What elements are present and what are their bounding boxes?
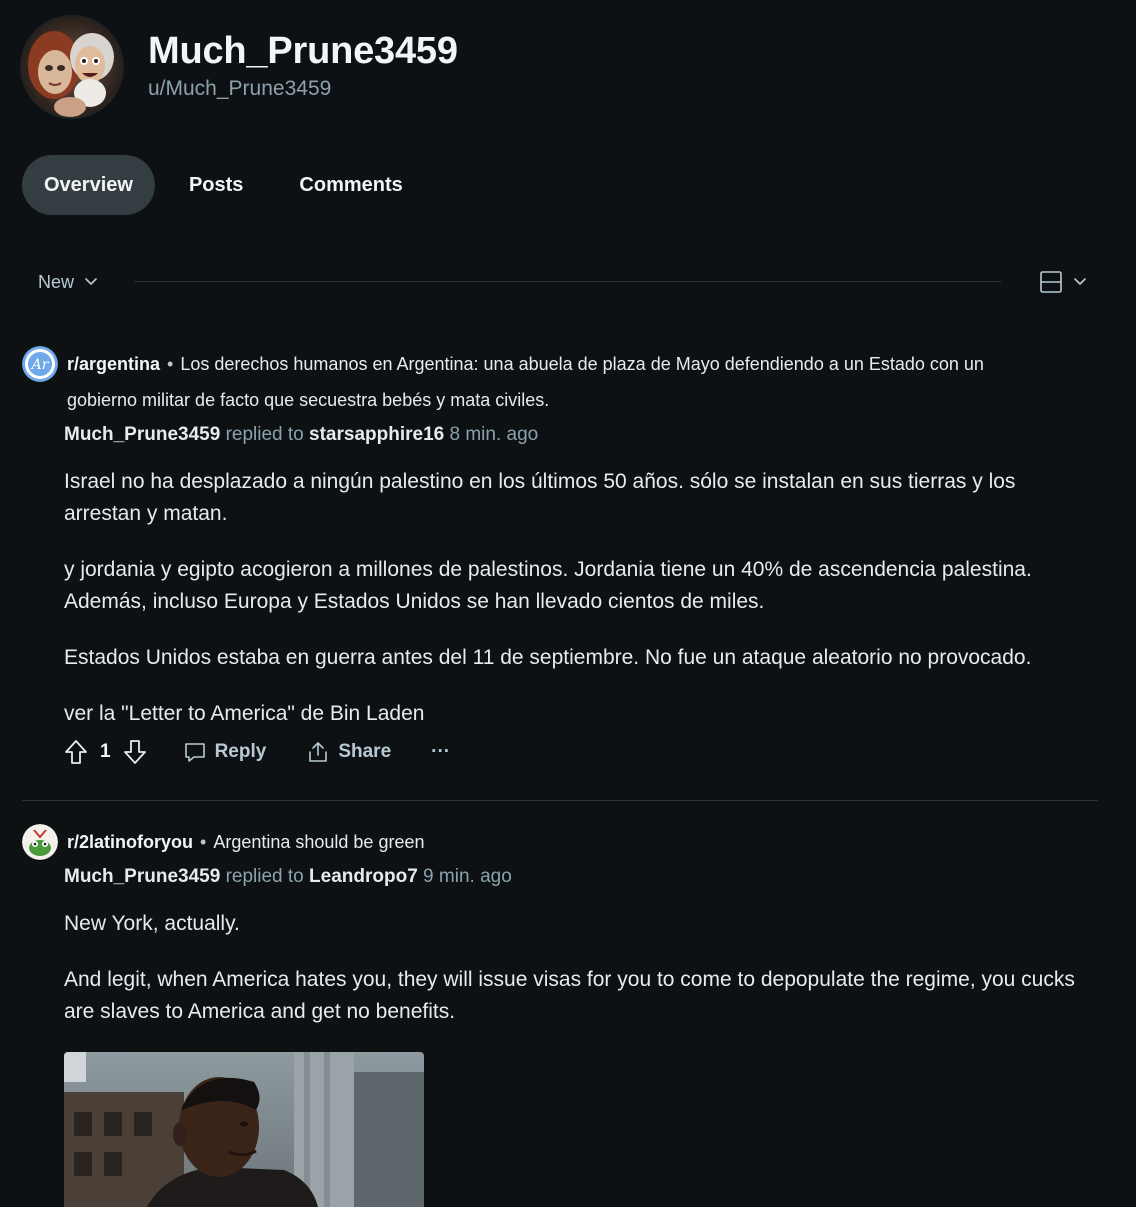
tab-overview[interactable]: Overview [22, 155, 155, 215]
comment-meta: r/2latinoforyou • Argentina should be gree… [67, 824, 1057, 860]
chevron-down-icon [85, 278, 97, 285]
comment-paragraph: y jordania y egipto acogieron a millones… [64, 558, 1032, 613]
sort-label: New [38, 271, 75, 292]
post-title-link[interactable]: Argentina should be green [213, 832, 424, 852]
sort-dropdown[interactable]: New [22, 262, 114, 302]
svg-text:Ar: Ar [30, 357, 50, 373]
sort-bar: New [22, 262, 1097, 302]
replied-to-user-link[interactable]: Leandropo7 [309, 866, 418, 887]
replied-to-user-link[interactable]: starsapphire16 [309, 424, 444, 445]
profile-avatar[interactable] [22, 17, 122, 117]
vote-controls: 1 [64, 739, 147, 765]
comment-bubble-icon [184, 743, 205, 762]
comment-paragraph: Estados Unidos estaba en guerra antes de… [64, 646, 1032, 669]
comment-body: New York, actually. And legit, when Amer… [64, 908, 1094, 1052]
share-button[interactable]: Share [306, 740, 391, 764]
comment-paragraph: New York, actually. [64, 912, 240, 935]
meta-dot: • [167, 354, 174, 374]
profile-page: Much_Prune3459 u/Much_Prune3459 Overview… [0, 0, 1136, 1207]
comment-paragraph: Israel no ha desplazado a ningún palesti… [64, 470, 1016, 525]
chevron-down-icon [1074, 278, 1086, 285]
upvote-icon[interactable] [64, 739, 88, 765]
comment-gif-image[interactable] [64, 1052, 424, 1207]
comment-card: Ar r/argentina • Los derechos humanos en A… [22, 346, 1098, 786]
tab-posts[interactable]: Posts [167, 155, 265, 215]
meta-dot: • [200, 832, 207, 852]
profile-display-name: Much_Prune3459 [148, 30, 458, 72]
comment-actions: 1 Reply Share ··· [64, 734, 490, 770]
comment-paragraph: ver la "Letter to America" de Bin Laden [64, 702, 425, 725]
profile-tabs: Overview Posts Comments [22, 155, 437, 215]
author-line: Much_Prune3459 replied to Leandropo7 9 m… [64, 866, 512, 888]
comment-separator [22, 800, 1098, 801]
comment-timestamp: 8 min. ago [449, 424, 539, 445]
share-icon [309, 742, 328, 762]
subreddit-icon[interactable] [22, 824, 58, 860]
sort-divider [134, 281, 1001, 282]
post-title-link[interactable]: Los derechos humanos en Argentina: una a… [67, 354, 984, 410]
comment-body: Israel no ha desplazado a ningún palesti… [64, 466, 1094, 754]
more-options-button[interactable]: ··· [431, 741, 450, 763]
comment-meta: r/argentina • Los derechos humanos en Arge… [67, 346, 1057, 418]
author-link[interactable]: Much_Prune3459 [64, 424, 220, 445]
share-label: Share [338, 741, 392, 762]
replied-to-text: replied to [225, 424, 304, 445]
replied-to-text: replied to [225, 866, 304, 887]
comment-paragraph: And legit, when America hates you, they … [64, 968, 1075, 1023]
avatar-image [22, 17, 122, 117]
comment-timestamp: 9 min. ago [423, 866, 512, 887]
subreddit-link[interactable]: r/argentina [67, 354, 160, 374]
view-mode-dropdown[interactable] [1039, 264, 1087, 300]
card-view-icon [1040, 271, 1062, 293]
vote-count: 1 [100, 741, 111, 762]
author-line: Much_Prune3459 replied to starsapphire16… [64, 424, 538, 446]
downvote-icon[interactable] [123, 739, 147, 765]
reply-button[interactable]: Reply [183, 740, 267, 764]
reply-label: Reply [214, 741, 267, 762]
profile-handle: u/Much_Prune3459 [148, 77, 332, 100]
subreddit-icon[interactable]: Ar [22, 346, 58, 382]
subreddit-link[interactable]: r/2latinoforyou [67, 832, 193, 852]
author-link[interactable]: Much_Prune3459 [64, 866, 220, 887]
tab-comments[interactable]: Comments [277, 155, 424, 215]
more-options-icon: ··· [431, 741, 451, 762]
